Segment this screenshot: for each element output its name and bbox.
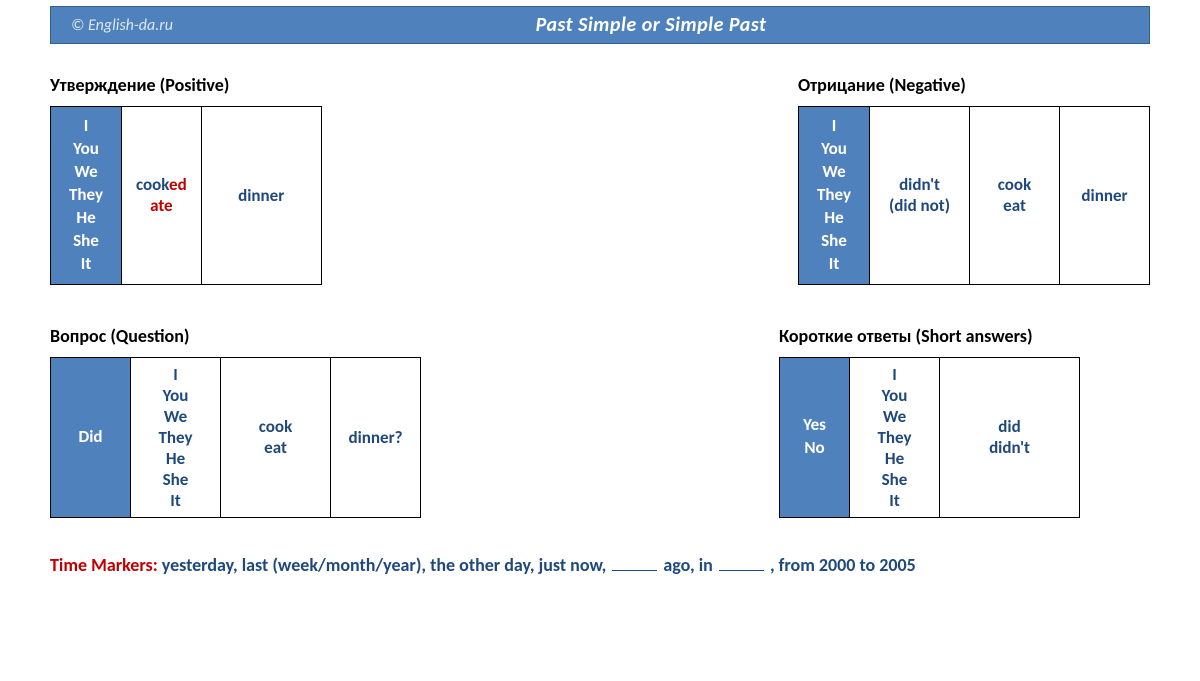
blank-2 xyxy=(719,553,764,571)
positive-verb-base: cook xyxy=(136,174,169,195)
time-markers-part2: ago, in xyxy=(659,554,717,576)
header-bar: © English-da.ru Past Simple or Simple Pa… xyxy=(50,6,1150,44)
row-1: Утверждение (Positive) I You We They He … xyxy=(50,74,1150,285)
page-title: Past Simple or Simple Past xyxy=(173,13,1129,37)
blank-1 xyxy=(612,553,657,571)
title-positive: Утверждение (Positive) xyxy=(50,74,322,96)
time-markers-part1: yesterday, last (week/month/year), the o… xyxy=(158,554,611,576)
title-question: Вопрос (Question) xyxy=(50,325,421,347)
block-question: Вопрос (Question) Did I You We They He S… xyxy=(50,325,421,518)
positive-verb: cooked ate xyxy=(122,107,202,285)
table-short-answers: Yes No I You We They He She It did didn'… xyxy=(779,357,1080,518)
question-verb: cook eat xyxy=(221,357,331,517)
block-positive: Утверждение (Positive) I You We They He … xyxy=(50,74,322,285)
time-markers-label: Time Markers: xyxy=(50,554,158,576)
table-negative: I You We They He She It didn't (did not)… xyxy=(798,106,1150,285)
negative-pronouns: I You We They He She It xyxy=(799,107,870,285)
question-pronouns: I You We They He She It xyxy=(131,357,221,517)
positive-pronouns: I You We They He She It xyxy=(51,107,122,285)
short-pronouns: I You We They He She It xyxy=(850,357,940,517)
table-positive: I You We They He She It cooked ate dinne… xyxy=(50,106,322,285)
table-question: Did I You We They He She It cook eat din… xyxy=(50,357,421,518)
block-negative: Отрицание (Negative) I You We They He Sh… xyxy=(798,74,1150,285)
positive-verb-irreg: ate xyxy=(150,195,172,216)
title-short-answers: Короткие ответы (Short answers) xyxy=(779,325,1080,347)
positive-verb-suffix: ed xyxy=(169,174,187,195)
content-area: Утверждение (Positive) I You We They He … xyxy=(0,44,1200,518)
question-object: dinner? xyxy=(331,357,421,517)
negative-verb: cook eat xyxy=(970,107,1060,285)
question-aux: Did xyxy=(51,357,131,517)
title-negative: Отрицание (Negative) xyxy=(798,74,1150,96)
short-answer: did didn't xyxy=(940,357,1080,517)
short-yesno: Yes No xyxy=(780,357,850,517)
row-2: Вопрос (Question) Did I You We They He S… xyxy=(50,325,1150,518)
negative-aux: didn't (did not) xyxy=(870,107,970,285)
block-short-answers: Короткие ответы (Short answers) Yes No I… xyxy=(779,325,1080,518)
time-markers-line: Time Markers: yesterday, last (week/mont… xyxy=(0,538,1200,576)
source-credit: © English-da.ru xyxy=(71,16,173,35)
positive-object: dinner xyxy=(201,107,321,285)
negative-object: dinner xyxy=(1060,107,1150,285)
time-markers-part3: , from 2000 to 2005 xyxy=(766,554,916,576)
